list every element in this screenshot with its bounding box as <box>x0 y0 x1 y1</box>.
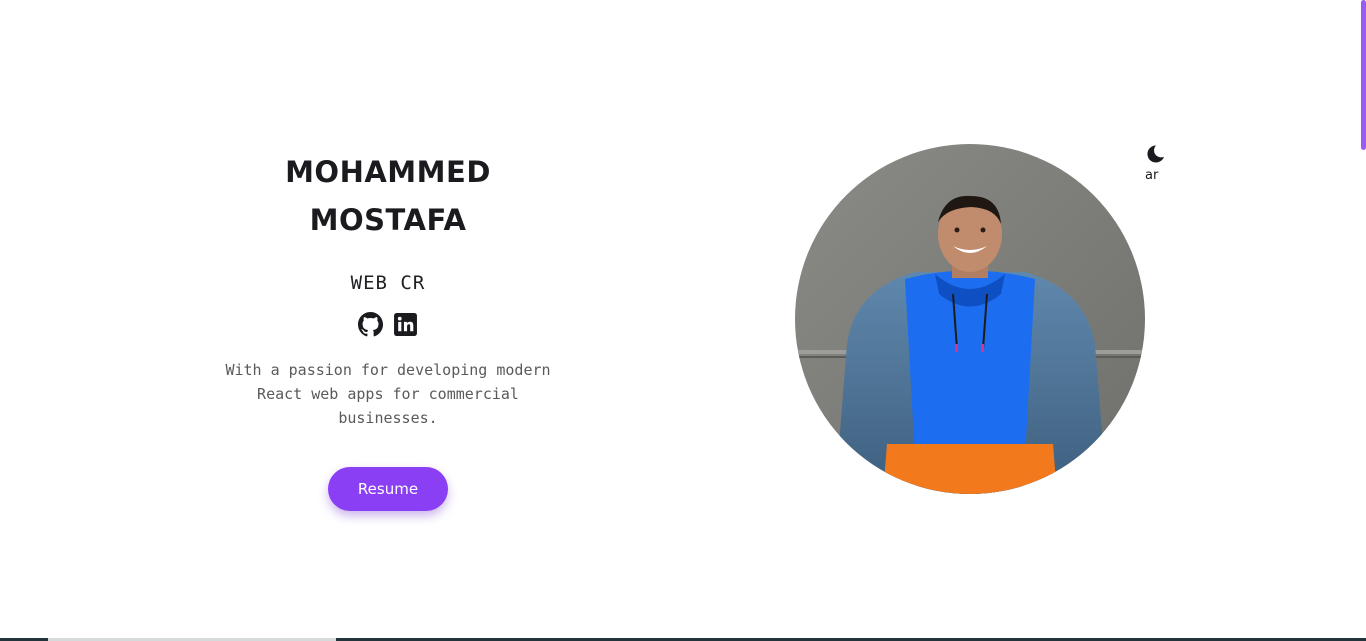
profile-photo-illustration <box>795 144 1145 494</box>
hero-intro: MOHAMMED MOSTAFA WEB CR With a passion f… <box>188 148 588 511</box>
role-title: WEB CR <box>350 272 426 294</box>
social-links <box>188 312 588 338</box>
language-switch[interactable]: ar <box>1145 168 1158 183</box>
scrollbar-thumb[interactable] <box>1361 0 1366 150</box>
moon-icon <box>1147 145 1164 163</box>
linkedin-link[interactable] <box>393 312 418 337</box>
theme-toggle-button[interactable] <box>1143 144 1165 164</box>
github-link[interactable] <box>358 312 383 337</box>
profile-photo <box>795 144 1145 494</box>
resume-button[interactable]: Resume <box>328 467 448 511</box>
name-second-line: MOSTAFA <box>309 203 467 237</box>
tagline: With a passion for developing modern Rea… <box>225 361 551 427</box>
github-icon <box>358 312 383 337</box>
name-first-line: MOHAMMED <box>285 155 491 189</box>
page: MOHAMMED MOSTAFA WEB CR With a passion f… <box>0 0 1366 641</box>
linkedin-icon <box>394 313 417 336</box>
